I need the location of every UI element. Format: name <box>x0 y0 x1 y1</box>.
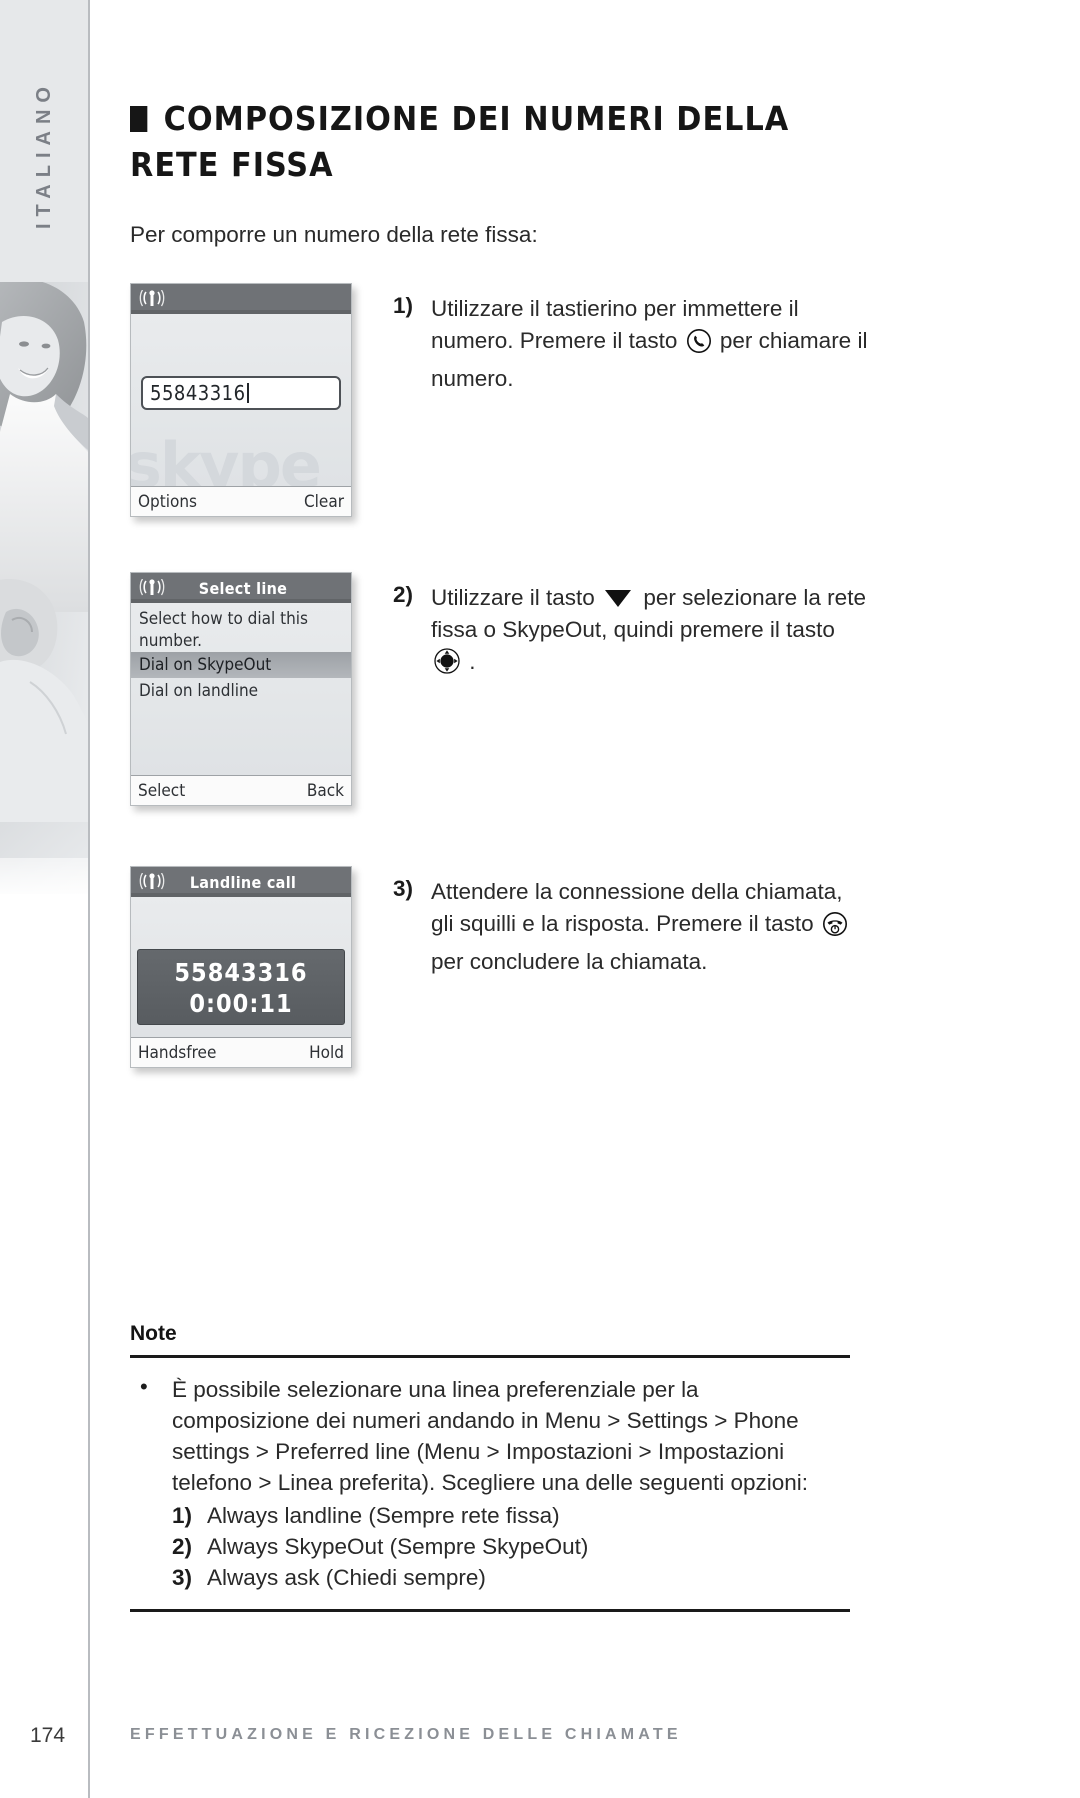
note-option-1-label: Always landline (Sempre rete fissa) <box>207 1503 560 1528</box>
square-bullet-icon <box>130 106 148 132</box>
landline-call-title: Landline call <box>189 872 297 892</box>
language-band: ITALIANO <box>0 0 88 282</box>
end-call-power-icon <box>822 911 848 946</box>
step-2-text-after: . <box>469 649 476 674</box>
step-3-text-before: Attendere la connessione della chiamata,… <box>431 879 843 936</box>
dial-screen: skype 55843316 Options Clear <box>130 283 352 517</box>
step-2: Select line Select how to dial this numb… <box>130 572 871 806</box>
language-tab-label: ITALIANO <box>33 80 55 230</box>
note-option-2: 2) Always SkypeOut (Sempre SkypeOut) <box>172 1531 842 1562</box>
note-heading: Note <box>130 1322 177 1345</box>
note-option-2-label: Always SkypeOut (Sempre SkypeOut) <box>207 1534 589 1559</box>
phone-number-value: 55843316 <box>150 381 246 405</box>
phone-number-input[interactable]: 55843316 <box>141 376 341 410</box>
footer-section-title: EFFETTUAZIONE E RICEZIONE DELLE CHIAMATE <box>130 1726 682 1743</box>
step-2-text: 2) Utilizzare il tasto per selezionare l… <box>365 572 871 806</box>
photo-fade-overlay <box>0 860 88 900</box>
note-option-1: 1) Always landline (Sempre rete fissa) <box>172 1500 842 1531</box>
option-dial-on-skypeout[interactable]: Dial on SkypeOut <box>131 652 351 678</box>
softkey-handsfree[interactable]: Handsfree <box>138 1043 216 1063</box>
step-3-number: 3) <box>393 876 414 901</box>
landline-call-screen: Landline call 55843316 0:00:11 Handsfree… <box>130 866 352 1068</box>
note-option-1-number: 1) <box>172 1503 193 1528</box>
step-3-text: 3) Attendere la connessione della chiama… <box>365 866 871 1068</box>
active-call-timer: 0:00:11 <box>189 989 293 1018</box>
down-arrow-key-icon <box>605 590 632 607</box>
softkey-select[interactable]: Select <box>138 781 185 801</box>
note-option-3: 3) Always ask (Chiedi sempre) <box>172 1562 842 1593</box>
note-paragraph: È possibile selezionare una linea prefer… <box>172 1377 809 1495</box>
note-content: È possibile selezionare una linea prefer… <box>172 1374 842 1593</box>
text-caret <box>246 383 249 403</box>
landline-call-body: 55843316 0:00:11 <box>131 897 351 1037</box>
left-margin-column: ITALIANO <box>0 0 88 1798</box>
note-option-3-number: 3) <box>172 1565 193 1590</box>
softkey-hold[interactable]: Hold <box>309 1043 344 1063</box>
step-3-screenshot: Landline call 55843316 0:00:11 Handsfree… <box>130 866 365 1068</box>
page-title: COMPOSIZIONE DEI NUMERI DELLA RETE FISSA <box>130 96 864 188</box>
step-1-text: 1) Utilizzare il tastierino per immetter… <box>365 283 871 517</box>
select-line-title: Select line <box>198 578 288 598</box>
active-call-panel: 55843316 0:00:11 <box>137 949 345 1025</box>
step-2-number: 2) <box>393 582 414 607</box>
dial-screen-titlebar <box>131 284 351 314</box>
note-divider-top <box>130 1355 850 1358</box>
dial-screen-body: skype 55843316 <box>131 314 351 486</box>
page-footer: 174 EFFETTUAZIONE E RICEZIONE DELLE CHIA… <box>0 1702 1080 1798</box>
select-line-softkeys: Select Back <box>131 775 351 805</box>
skype-watermark: skype <box>131 429 322 486</box>
vertical-rule <box>88 0 90 1742</box>
signal-antenna-icon <box>139 579 165 597</box>
step-2-text-before: Utilizzare il tasto <box>431 585 595 610</box>
step-3-text-after: per concludere la chiamata. <box>431 949 708 974</box>
softkey-options[interactable]: Options <box>138 492 197 512</box>
select-line-titlebar: Select line <box>131 573 351 603</box>
step-1: skype 55843316 Options Clear 1) Utilizza… <box>130 283 871 517</box>
softkey-back[interactable]: Back <box>307 781 344 801</box>
page-title-text: COMPOSIZIONE DEI NUMERI DELLA RETE FISSA <box>130 99 790 184</box>
step-2-body: Utilizzare il tasto per selezionare la r… <box>431 582 871 806</box>
page-content: COMPOSIZIONE DEI NUMERI DELLA RETE FISSA… <box>130 0 850 250</box>
step-1-screenshot: skype 55843316 Options Clear <box>130 283 365 517</box>
landline-call-titlebar: Landline call <box>131 867 351 897</box>
dial-screen-softkeys: Options Clear <box>131 486 351 516</box>
intro-text: Per comporre un numero della rete fissa: <box>130 222 538 247</box>
select-line-prompt: Select how to dial this number. <box>139 609 309 651</box>
step-1-body: Utilizzare il tastierino per immettere i… <box>431 293 871 517</box>
note-bullet-row: • È possibile selezionare una linea pref… <box>130 1374 850 1593</box>
note-option-3-label: Always ask (Chiedi sempre) <box>207 1565 486 1590</box>
signal-antenna-icon <box>139 290 165 308</box>
note-bullet-icon: • <box>140 1374 148 1399</box>
step-1-number: 1) <box>393 293 414 318</box>
call-button-icon <box>686 328 712 363</box>
note-option-2-number: 2) <box>172 1534 193 1559</box>
active-call-number: 55843316 <box>174 958 308 987</box>
option-dial-on-landline[interactable]: Dial on landline <box>131 678 351 704</box>
navigation-ok-key-icon <box>433 647 461 684</box>
select-line-screen: Select line Select how to dial this numb… <box>130 572 352 806</box>
step-3: Landline call 55843316 0:00:11 Handsfree… <box>130 866 871 1068</box>
landline-call-softkeys: Handsfree Hold <box>131 1037 351 1067</box>
softkey-clear[interactable]: Clear <box>304 492 344 512</box>
note-divider-bottom <box>130 1609 850 1612</box>
woman-smiling-photo <box>0 282 88 894</box>
select-line-body: Select how to dial this number. Dial on … <box>131 603 351 775</box>
signal-antenna-icon <box>139 873 165 891</box>
page-number: 174 <box>30 1724 66 1747</box>
step-3-body: Attendere la connessione della chiamata,… <box>431 876 871 1068</box>
note-section: Note • È possibile selezionare una linea… <box>130 1322 850 1612</box>
step-2-screenshot: Select line Select how to dial this numb… <box>130 572 365 806</box>
note-options-list: 1) Always landline (Sempre rete fissa) 2… <box>172 1500 842 1593</box>
